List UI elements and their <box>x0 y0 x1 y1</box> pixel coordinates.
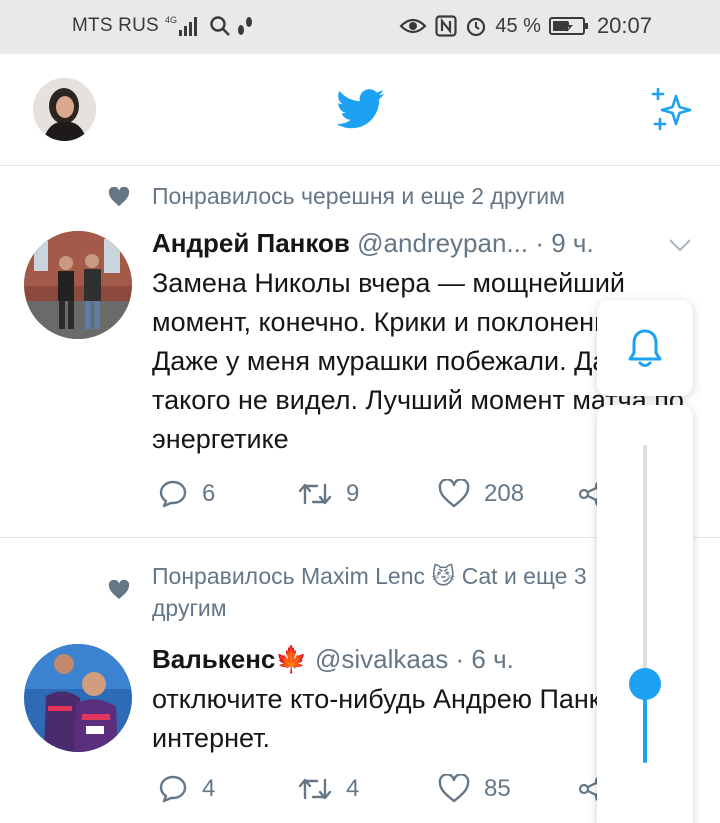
social-context[interactable]: Понравилось Maxim Lenc 😼 Cat и еще 3 дру… <box>152 560 652 624</box>
retweet-count: 4 <box>346 775 360 802</box>
search-icon <box>210 16 230 36</box>
author-avatar[interactable] <box>24 644 132 752</box>
social-context[interactable]: Понравилось черешня и еще 2 другим <box>152 180 652 212</box>
reply-icon <box>159 480 187 508</box>
signal-icon: 4G <box>165 15 197 36</box>
retweet-icon <box>298 778 332 800</box>
battery-icon <box>548 17 588 35</box>
heart-icon <box>438 774 470 803</box>
battery-percent: 45 % <box>495 14 541 37</box>
app-header <box>0 54 720 166</box>
tweet-header: Валькенс🍁 @sivalkaas · 6 ч. <box>152 643 514 675</box>
bell-icon <box>628 329 662 367</box>
liked-heart-icon <box>108 580 130 600</box>
author-name[interactable]: Валькенс🍁 <box>152 644 308 674</box>
reply-count: 4 <box>202 775 216 802</box>
twitter-bird-icon[interactable] <box>337 88 385 130</box>
like-button[interactable]: 208 <box>438 479 578 509</box>
volume-slider-thumb[interactable] <box>629 667 661 700</box>
retweet-count: 9 <box>346 480 360 507</box>
clock: 20:07 <box>596 13 652 38</box>
like-button[interactable]: 85 <box>438 774 578 804</box>
sparkle-icon[interactable] <box>648 86 696 134</box>
carrier-label: MTS RUS <box>72 15 159 36</box>
tweet-actions: 6 9 208 <box>158 479 606 509</box>
author-handle[interactable]: @sivalkaas <box>315 644 448 674</box>
ringer-mode-button[interactable] <box>597 300 693 396</box>
status-bar: MTS RUS 4G 45 % 20:07 <box>0 0 720 54</box>
svg-text:4G: 4G <box>165 15 177 25</box>
author-name[interactable]: Андрей Панков <box>152 228 350 258</box>
nfc-icon <box>435 15 457 37</box>
liked-heart-icon <box>108 187 130 207</box>
tweet-header: Андрей Панков @andreypan... · 9 ч. <box>152 227 594 259</box>
reply-button[interactable]: 6 <box>158 479 298 509</box>
heart-icon <box>438 479 470 508</box>
eye-icon <box>399 18 427 34</box>
reply-icon <box>159 775 187 803</box>
reply-button[interactable]: 4 <box>158 774 298 804</box>
steps-icon <box>237 17 252 35</box>
reply-count: 6 <box>202 480 216 507</box>
retweet-button[interactable]: 4 <box>298 775 438 803</box>
alarm-icon <box>467 17 486 37</box>
volume-panel <box>597 405 693 823</box>
profile-avatar[interactable] <box>33 78 96 141</box>
retweet-icon <box>298 483 332 505</box>
like-count: 208 <box>484 480 525 507</box>
retweet-button[interactable]: 9 <box>298 480 438 508</box>
tweet-actions: 4 4 85 <box>158 774 606 804</box>
tweet-time: · 6 ч. <box>455 644 514 674</box>
like-count: 85 <box>484 775 511 802</box>
tweet-time: · 9 ч. <box>535 228 594 258</box>
chevron-down-icon[interactable] <box>668 238 692 252</box>
author-handle[interactable]: @andreypan... <box>357 228 528 258</box>
author-avatar[interactable] <box>24 231 132 339</box>
